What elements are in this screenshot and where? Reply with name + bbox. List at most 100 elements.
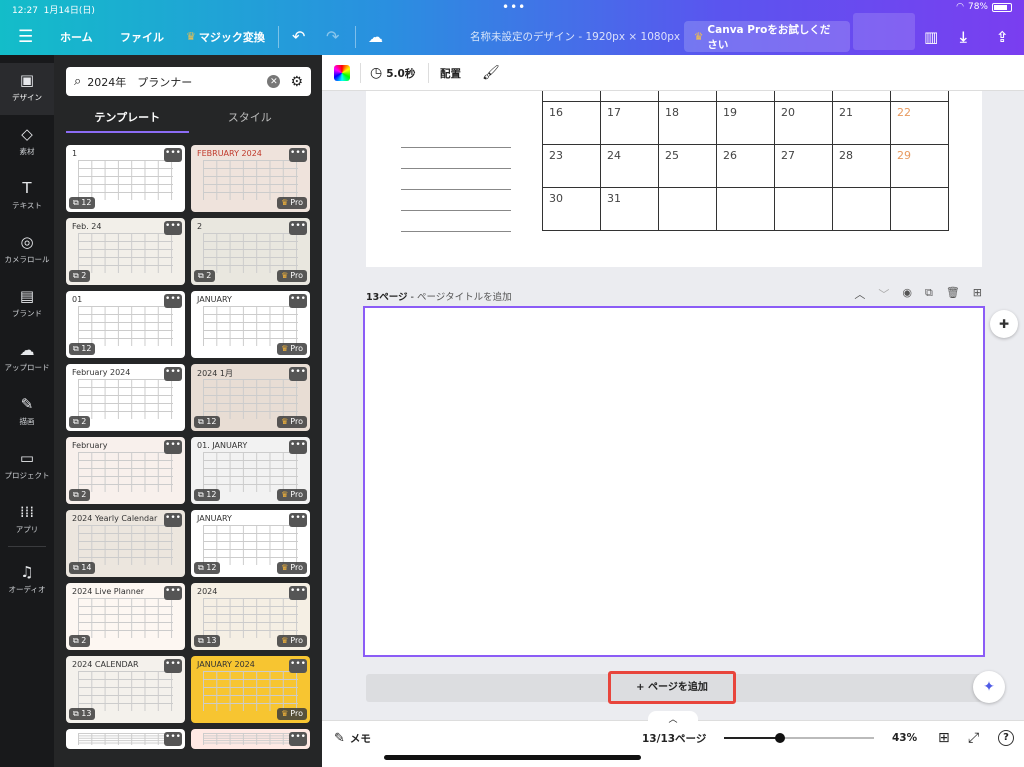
add-page-button[interactable]: + ページを追加 — [608, 671, 736, 704]
thumbnail-title: JANUARY — [197, 295, 232, 304]
notes-button[interactable]: ✎ メモ — [334, 721, 371, 755]
previous-page[interactable]: 16 17 18 19 20 21 22 23 24 25 26 27 28 29 30 31 — [366, 91, 982, 267]
template-thumbnail[interactable]: 2024 Live Planner ••• ⧉ 2 — [66, 583, 185, 650]
insights-chart-icon[interactable]: ▥ — [924, 18, 938, 55]
home-button[interactable]: ホーム — [60, 18, 93, 55]
delete-page-icon[interactable]: 🗑 — [946, 286, 960, 302]
page-indicator[interactable]: 13/13ページ — [642, 721, 706, 755]
magic-switch-button[interactable]: ♛ マジック変換 — [186, 18, 265, 55]
more-options-icon[interactable]: ••• — [164, 586, 182, 600]
pro-badge: ♛ Pro — [277, 270, 307, 282]
magic-assistant-icon[interactable]: ✦ — [973, 671, 1005, 703]
template-thumbnail[interactable]: 2024 1月 ••• ⧉ 12 ♛ Pro — [191, 364, 310, 431]
share-icon[interactable]: ⇪ — [996, 18, 1009, 55]
thumbnail-title: 2 — [197, 222, 203, 231]
rail-item-camera[interactable]: ◎ カメラロール — [0, 225, 54, 277]
rail-item-audio[interactable]: ♫ オーディオ — [0, 555, 54, 607]
template-thumbnail[interactable]: 2024 ••• ⧉ 13 ♛ Pro — [191, 583, 310, 650]
rail-item-upload[interactable]: ☁ アップロード — [0, 333, 54, 385]
upload-icon: ☁ — [19, 341, 35, 359]
rail-item-design[interactable]: ▣ デザイン — [0, 63, 54, 115]
current-page-canvas[interactable] — [363, 306, 985, 657]
rail-item-elements[interactable]: ◇ 素材 — [0, 117, 54, 169]
more-options-icon[interactable]: ••• — [289, 659, 307, 673]
clear-search-icon[interactable]: ✕ — [267, 75, 281, 88]
template-thumbnail[interactable]: February 2024 ••• ⧉ 2 — [66, 364, 185, 431]
canva-pro-trial-button[interactable]: ♛ Canva Proをお試しください — [684, 21, 850, 52]
thumbnail-calendar-grid — [202, 305, 299, 346]
template-thumbnail[interactable]: 2024 Yearly Calendar ••• ⧉ 14 — [66, 510, 185, 577]
filter-icon[interactable]: ⚙ — [290, 74, 303, 90]
rail-item-folder[interactable]: ▭ プロジェクト — [0, 441, 54, 493]
more-options-icon[interactable]: ••• — [289, 440, 307, 454]
more-options-icon[interactable]: ••• — [164, 732, 182, 746]
template-thumbnail[interactable]: 2 ••• ⧉ 2 ♛ Pro — [191, 218, 310, 285]
hide-page-icon[interactable]: ◉ — [902, 286, 912, 302]
more-options-icon[interactable]: ••• — [289, 294, 307, 308]
more-options-icon[interactable]: ••• — [164, 148, 182, 162]
fullscreen-icon[interactable]: ⤢ — [968, 721, 979, 755]
help-button[interactable]: ? — [998, 721, 1014, 755]
add-page-icon[interactable]: ⊞ — [973, 286, 982, 302]
more-options-icon[interactable]: ••• — [289, 586, 307, 600]
more-options-icon[interactable]: ••• — [164, 659, 182, 673]
template-thumbnail[interactable]: 2024 CALENDAR ••• ⧉ 13 — [66, 656, 185, 723]
calendar-cell — [600, 91, 659, 102]
template-thumbnail[interactable]: 1 ••• ⧉ 12 — [66, 145, 185, 212]
more-options-icon[interactable]: ••• — [164, 294, 182, 308]
move-up-icon[interactable]: ︿ — [854, 286, 865, 302]
tab-styles[interactable]: スタイル — [189, 107, 312, 133]
redo-icon[interactable]: ↷ — [326, 18, 339, 55]
template-search-box[interactable]: ⌕ 2024年 プランナー ✕ ⚙ — [66, 67, 311, 96]
more-options-icon[interactable]: ••• — [164, 221, 182, 235]
wifi-icon: ◠ — [956, 2, 964, 12]
rail-item-apps[interactable]: ⁞⁞⁞ アプリ — [0, 495, 54, 547]
search-input[interactable]: 2024年 プランナー — [87, 74, 267, 90]
more-options-icon[interactable]: ••• — [164, 513, 182, 527]
zoom-slider[interactable] — [724, 721, 874, 755]
move-down-icon[interactable]: ﹀ — [878, 286, 889, 302]
multitask-dots[interactable]: ••• — [502, 0, 526, 14]
rail-item-brand[interactable]: ▤ ブランド — [0, 279, 54, 331]
template-thumbnail[interactable]: 01 ••• ⧉ 12 — [66, 291, 185, 358]
template-thumbnail[interactable]: February ••• ⧉ 2 — [66, 437, 185, 504]
more-options-icon[interactable]: ••• — [289, 513, 307, 527]
add-comment-icon[interactable]: ✚ — [990, 310, 1018, 338]
template-thumbnail[interactable]: 01. JANUARY ••• ⧉ 12 ♛ Pro — [191, 437, 310, 504]
template-thumbnail[interactable]: ••• — [66, 729, 185, 749]
page-title[interactable]: 13ページ - ページタイトルを追加 — [366, 289, 512, 303]
position-button[interactable]: 配置 — [440, 55, 461, 91]
collaborator-area[interactable] — [853, 13, 915, 50]
download-icon[interactable]: ⤓ — [960, 18, 967, 55]
more-options-icon[interactable]: ••• — [289, 732, 307, 746]
duration-button[interactable]: ◷ 5.0秒 — [370, 55, 415, 91]
cloud-save-icon[interactable]: ☁ — [368, 18, 383, 55]
template-thumbnail[interactable]: JANUARY 2024 ••• ♛ Pro — [191, 656, 310, 723]
hamburger-icon[interactable]: ☰ — [18, 18, 33, 55]
rail-item-draw[interactable]: ✎ 描画 — [0, 387, 54, 439]
paint-roller-icon[interactable]: 🖌 — [482, 55, 500, 91]
template-thumbnail[interactable]: ••• — [191, 729, 310, 749]
editor-toolbar: ☰ ホーム ファイル ♛ マジック変換 ↶ ↷ ☁ 名称未設定のデザイン - 19… — [0, 13, 1024, 55]
more-options-icon[interactable]: ••• — [289, 367, 307, 381]
undo-icon[interactable]: ↶ — [292, 18, 305, 55]
zoom-knob[interactable] — [774, 733, 785, 743]
template-thumbnail[interactable]: FEBRUARY 2024 ••• ♛ Pro — [191, 145, 310, 212]
background-color-button[interactable] — [334, 55, 350, 91]
template-thumbnail[interactable]: JANUARY ••• ⧉ 12 ♛ Pro — [191, 510, 310, 577]
more-options-icon[interactable]: ••• — [289, 221, 307, 235]
document-title[interactable]: 名称未設定のデザイン - 1920px × 1080px — [470, 18, 680, 55]
file-menu-button[interactable]: ファイル — [120, 18, 164, 55]
tab-templates[interactable]: テンプレート — [66, 107, 189, 133]
duplicate-page-icon[interactable]: ⧉ — [925, 286, 933, 302]
more-options-icon[interactable]: ••• — [289, 148, 307, 162]
template-thumbnail[interactable]: Feb. 24 ••• ⧉ 2 — [66, 218, 185, 285]
brand-icon: ▤ — [19, 287, 35, 305]
template-thumbnail[interactable]: JANUARY ••• ♛ Pro — [191, 291, 310, 358]
rail-item-text[interactable]: T テキスト — [0, 171, 54, 223]
grid-view-icon[interactable]: ⊞ — [938, 721, 950, 755]
zoom-level[interactable]: 43% — [892, 721, 917, 755]
more-options-icon[interactable]: ••• — [164, 440, 182, 454]
calendar-cell — [658, 91, 717, 102]
more-options-icon[interactable]: ••• — [164, 367, 182, 381]
